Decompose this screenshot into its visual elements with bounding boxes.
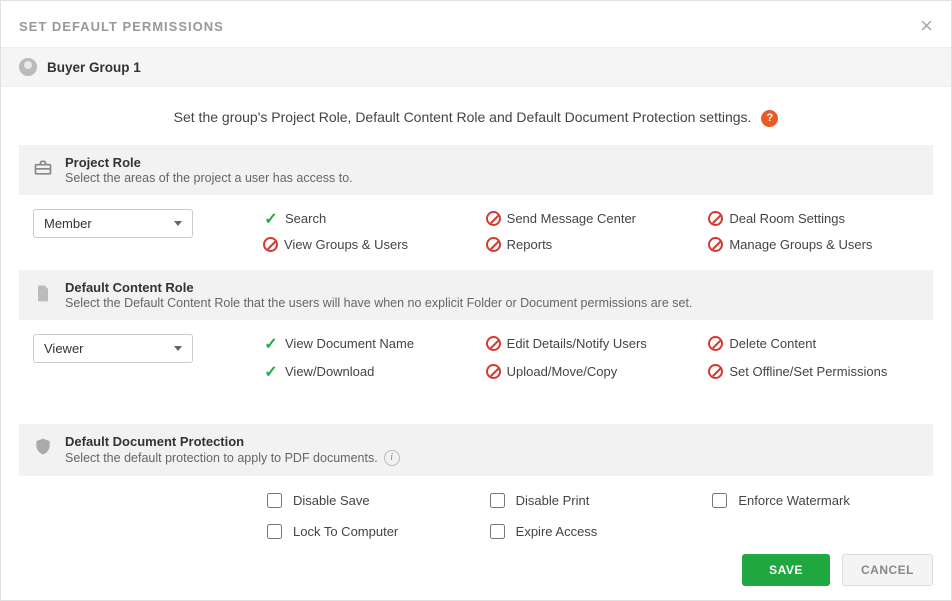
set-default-permissions-dialog: SET DEFAULT PERMISSIONS × Buyer Group 1 … bbox=[0, 0, 952, 601]
permission-label: Search bbox=[285, 211, 326, 226]
permission-label: Manage Groups & Users bbox=[729, 237, 872, 252]
project-role-header: Project Role Select the areas of the pro… bbox=[19, 145, 933, 195]
briefcase-icon bbox=[33, 158, 53, 178]
close-icon[interactable]: × bbox=[920, 15, 933, 37]
protection-option[interactable]: Disable Save bbox=[263, 490, 474, 511]
permission-item: Delete Content bbox=[708, 334, 919, 354]
permission-label: Deal Room Settings bbox=[729, 211, 845, 226]
permission-item: Send Message Center bbox=[486, 209, 697, 229]
protection-option[interactable]: Disable Print bbox=[486, 490, 697, 511]
project-role-title: Project Role bbox=[65, 155, 353, 170]
permission-item: Deal Room Settings bbox=[708, 209, 919, 229]
dialog-footer: SAVE CANCEL bbox=[1, 542, 951, 600]
save-button[interactable]: SAVE bbox=[742, 554, 830, 586]
project-role-desc: Select the areas of the project a user h… bbox=[65, 171, 353, 185]
intro-text: Set the group's Project Role, Default Co… bbox=[174, 109, 752, 125]
protection-option[interactable]: Enforce Watermark bbox=[708, 490, 919, 511]
shield-icon bbox=[33, 437, 53, 457]
project-role-dropdown[interactable]: Member bbox=[33, 209, 193, 238]
protection-label: Expire Access bbox=[516, 524, 598, 539]
deny-icon bbox=[708, 211, 723, 226]
group-avatar-icon bbox=[19, 58, 37, 76]
permission-item: View Groups & Users bbox=[263, 237, 474, 252]
permission-item: Upload/Move/Copy bbox=[486, 362, 697, 382]
project-role-body: Member ✓ Search Send Message Center Deal Ro… bbox=[19, 195, 933, 270]
permission-item: ✓ View Document Name bbox=[263, 334, 474, 354]
deny-icon bbox=[263, 237, 278, 252]
protection-label: Disable Print bbox=[516, 493, 590, 508]
dialog-header: SET DEFAULT PERMISSIONS × bbox=[1, 1, 951, 47]
doc-protection-desc: Select the default protection to apply t… bbox=[65, 450, 400, 466]
check-icon: ✓ bbox=[263, 362, 279, 382]
doc-protection-title: Default Document Protection bbox=[65, 434, 400, 449]
protection-checkbox[interactable] bbox=[267, 524, 282, 539]
protection-checkbox[interactable] bbox=[490, 524, 505, 539]
check-icon: ✓ bbox=[263, 209, 279, 229]
content-role-title: Default Content Role bbox=[65, 280, 692, 295]
project-role-selected: Member bbox=[44, 216, 92, 231]
deny-icon bbox=[486, 364, 501, 379]
check-icon: ✓ bbox=[263, 334, 279, 354]
permission-label: Edit Details/Notify Users bbox=[507, 336, 647, 351]
document-icon bbox=[33, 283, 53, 303]
deny-icon bbox=[486, 237, 501, 252]
permission-item: ✓ View/Download bbox=[263, 362, 474, 382]
permission-label: View Groups & Users bbox=[284, 237, 408, 252]
protection-checkbox[interactable] bbox=[267, 493, 282, 508]
dialog-main: Set the group's Project Role, Default Co… bbox=[1, 87, 951, 542]
protection-checkbox[interactable] bbox=[712, 493, 727, 508]
info-icon[interactable]: i bbox=[384, 450, 400, 466]
deny-icon bbox=[708, 336, 723, 351]
help-icon[interactable]: ? bbox=[761, 110, 778, 127]
permission-label: Delete Content bbox=[729, 336, 816, 351]
permission-label: View/Download bbox=[285, 364, 374, 379]
project-role-permissions: ✓ Search Send Message Center Deal Room Sett… bbox=[263, 209, 919, 252]
dialog-title: SET DEFAULT PERMISSIONS bbox=[19, 19, 224, 34]
content-role-selected: Viewer bbox=[44, 341, 84, 356]
content-role-permissions: ✓ View Document Name Edit Details/Notify U… bbox=[263, 334, 919, 382]
protection-option[interactable]: Lock To Computer bbox=[263, 521, 474, 542]
doc-protection-body: Disable Save Disable Print Enforce Waterma… bbox=[19, 476, 933, 542]
deny-icon bbox=[486, 336, 501, 351]
permission-item: Set Offline/Set Permissions bbox=[708, 362, 919, 382]
permission-label: Send Message Center bbox=[507, 211, 636, 226]
group-name: Buyer Group 1 bbox=[47, 60, 141, 75]
deny-icon bbox=[708, 364, 723, 379]
protection-label: Disable Save bbox=[293, 493, 370, 508]
permission-label: Set Offline/Set Permissions bbox=[729, 364, 887, 379]
permission-label: Reports bbox=[507, 237, 553, 252]
content-role-dropdown[interactable]: Viewer bbox=[33, 334, 193, 363]
permission-item: Manage Groups & Users bbox=[708, 237, 919, 252]
doc-protection-options: Disable Save Disable Print Enforce Waterma… bbox=[263, 490, 919, 542]
protection-label: Enforce Watermark bbox=[738, 493, 850, 508]
permission-label: Upload/Move/Copy bbox=[507, 364, 618, 379]
permission-label: View Document Name bbox=[285, 336, 414, 351]
permission-item: ✓ Search bbox=[263, 209, 474, 229]
protection-option[interactable]: Expire Access bbox=[486, 521, 697, 542]
chevron-down-icon bbox=[174, 221, 182, 226]
chevron-down-icon bbox=[174, 346, 182, 351]
content-role-desc: Select the Default Content Role that the… bbox=[65, 296, 692, 310]
content-role-header: Default Content Role Select the Default … bbox=[19, 270, 933, 320]
intro-row: Set the group's Project Role, Default Co… bbox=[19, 87, 933, 145]
protection-checkbox[interactable] bbox=[490, 493, 505, 508]
permission-item: Edit Details/Notify Users bbox=[486, 334, 697, 354]
content-role-body: Viewer ✓ View Document Name Edit Details/N… bbox=[19, 320, 933, 400]
permission-item: Reports bbox=[486, 237, 697, 252]
deny-icon bbox=[486, 211, 501, 226]
group-bar: Buyer Group 1 bbox=[1, 47, 951, 87]
cancel-button[interactable]: CANCEL bbox=[842, 554, 933, 586]
deny-icon bbox=[708, 237, 723, 252]
doc-protection-header: Default Document Protection Select the d… bbox=[19, 424, 933, 476]
protection-label: Lock To Computer bbox=[293, 524, 398, 539]
